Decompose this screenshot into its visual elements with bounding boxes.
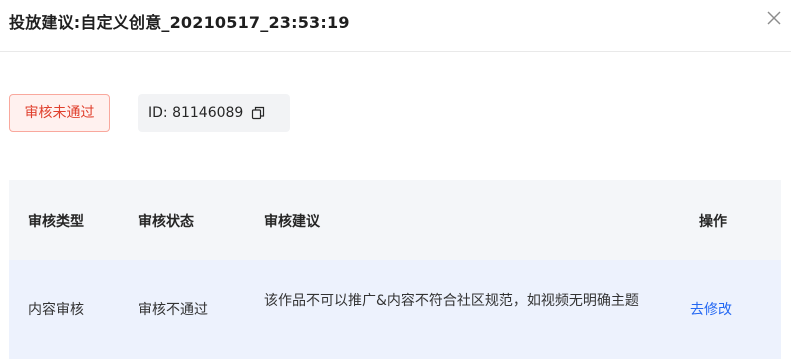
review-table: 审核类型 审核状态 审核建议 操作 内容审核 审核不通过 该作品不可以推广&内容… — [9, 180, 781, 359]
cell-review-type: 内容审核 — [28, 302, 84, 318]
id-text: ID: 81146089 — [148, 105, 244, 121]
dialog-title: 投放建议:自定义创意_20210517_23:53:19 — [9, 13, 350, 32]
header-review-type: 审核类型 — [28, 214, 84, 230]
status-badge: 审核未通过 — [9, 94, 110, 132]
header-review-status: 审核状态 — [138, 214, 194, 230]
close-icon[interactable] — [765, 9, 783, 27]
modify-link[interactable]: 去修改 — [690, 299, 732, 319]
id-tag: ID: 81146089 — [138, 94, 290, 132]
cell-review-suggestion: 该作品不可以推广&内容不符合社区规范，如视频无明确主题 — [264, 293, 639, 309]
dialog-header: 投放建议:自定义创意_20210517_23:53:19 — [0, 0, 791, 52]
cell-review-status: 审核不通过 — [138, 302, 208, 318]
table-header: 审核类型 审核状态 审核建议 操作 — [9, 180, 781, 260]
table-row: 内容审核 审核不通过 该作品不可以推广&内容不符合社区规范，如视频无明确主题 去… — [9, 260, 781, 359]
header-review-suggestion: 审核建议 — [264, 214, 320, 230]
copy-icon[interactable] — [251, 106, 265, 120]
header-action: 操作 — [699, 214, 727, 230]
